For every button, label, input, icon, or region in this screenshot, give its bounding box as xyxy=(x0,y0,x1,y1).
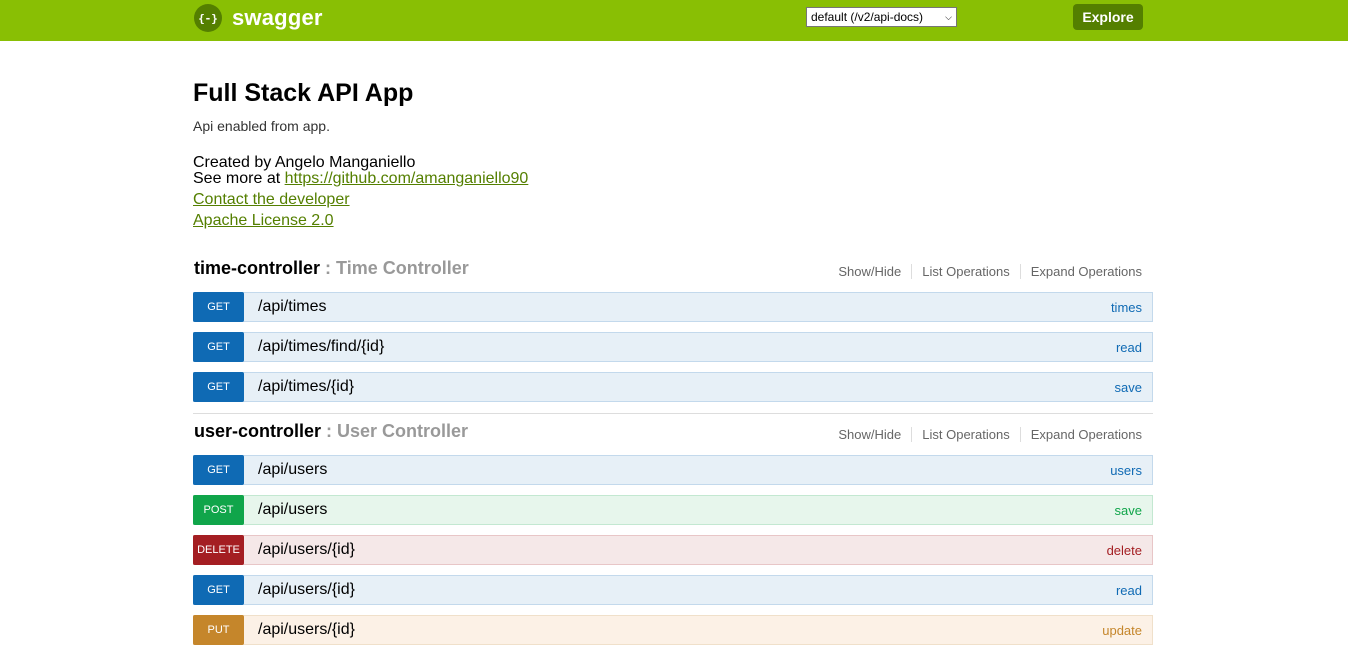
operation-path[interactable]: /api/times/find/{id} xyxy=(258,338,384,356)
api-info: Full Stack API App Api enabled from app.… xyxy=(193,76,1153,229)
operation-nickname[interactable]: read xyxy=(1116,340,1142,355)
operation-row[interactable]: GET /api/users/{id} read xyxy=(193,575,1153,605)
operation-row[interactable]: DELETE /api/users/{id} delete xyxy=(193,535,1153,565)
swagger-logo-icon: {-} xyxy=(194,4,222,32)
see-more: See more at https://github.com/amanganie… xyxy=(193,171,1153,187)
operation-row[interactable]: POST /api/users save xyxy=(193,495,1153,525)
http-method-badge[interactable]: GET xyxy=(193,575,244,605)
http-method-badge[interactable]: GET xyxy=(193,292,244,322)
operation-nickname[interactable]: times xyxy=(1111,300,1142,315)
logo-text: swagger xyxy=(232,5,323,30)
top-bar: {-} swagger default (/v2/api-docs) ⌵ Exp… xyxy=(0,0,1348,41)
explore-button[interactable]: Explore xyxy=(1073,4,1143,30)
expand-operations-link[interactable]: Expand Operations xyxy=(1021,427,1142,442)
resource-actions: Show/Hide List Operations Expand Operati… xyxy=(838,427,1142,442)
created-by: Created by Angelo Manganiello xyxy=(193,154,416,171)
list-operations-link[interactable]: List Operations xyxy=(912,264,1021,279)
http-method-badge[interactable]: PUT xyxy=(193,615,244,645)
operation-path[interactable]: /api/users/{id} xyxy=(258,621,355,639)
contact-info: Created by Angelo Manganiello See more a… xyxy=(193,155,1153,187)
expand-operations-link[interactable]: Expand Operations xyxy=(1021,264,1142,279)
resource-divider xyxy=(193,413,1153,414)
operation-nickname[interactable]: delete xyxy=(1107,543,1142,558)
resource-user-controller: user-controller : User Controller Show/H… xyxy=(193,421,1153,655)
resource-name[interactable]: user-controller xyxy=(194,421,321,441)
show-hide-link[interactable]: Show/Hide xyxy=(838,427,913,442)
http-method-badge[interactable]: DELETE xyxy=(193,535,244,565)
api-description: Api enabled from app. xyxy=(193,118,330,134)
operation-row[interactable]: GET /api/times/find/{id} read xyxy=(193,332,1153,362)
operation-path[interactable]: /api/times/{id} xyxy=(258,378,354,396)
http-method-badge[interactable]: GET xyxy=(193,332,244,362)
operation-nickname[interactable]: update xyxy=(1102,623,1142,638)
operation-path[interactable]: /api/times xyxy=(258,298,326,316)
operation-nickname[interactable]: save xyxy=(1115,380,1142,395)
operation-nickname[interactable]: save xyxy=(1115,503,1142,518)
api-spec-select[interactable]: default (/v2/api-docs) ⌵ xyxy=(806,7,957,27)
show-hide-link[interactable]: Show/Hide xyxy=(838,264,913,279)
resource-heading: user-controller : User Controller Show/H… xyxy=(193,421,1153,451)
resource-time-controller: time-controller : Time Controller Show/H… xyxy=(193,258,1153,412)
resource-description: : Time Controller xyxy=(320,258,469,278)
resource-heading: time-controller : Time Controller Show/H… xyxy=(193,258,1153,288)
operation-path[interactable]: /api/users xyxy=(258,461,327,479)
api-spec-select-value: default (/v2/api-docs) xyxy=(811,10,924,24)
swagger-logo[interactable]: {-} swagger xyxy=(194,3,323,33)
chevron-down-icon: ⌵ xyxy=(945,11,952,22)
list-operations-link[interactable]: List Operations xyxy=(912,427,1021,442)
resource-title[interactable]: user-controller : User Controller xyxy=(194,421,468,442)
contact-developer-link[interactable]: Contact the developer xyxy=(193,192,1153,208)
operation-nickname[interactable]: users xyxy=(1110,463,1142,478)
operation-path[interactable]: /api/users xyxy=(258,501,327,519)
operation-row[interactable]: GET /api/times/{id} save xyxy=(193,372,1153,402)
operation-nickname[interactable]: read xyxy=(1116,583,1142,598)
http-method-badge[interactable]: POST xyxy=(193,495,244,525)
see-more-label: See more at xyxy=(193,170,285,187)
github-link[interactable]: https://github.com/amanganiello90 xyxy=(285,170,529,187)
operation-row[interactable]: GET /api/users users xyxy=(193,455,1153,485)
http-method-badge[interactable]: GET xyxy=(193,372,244,402)
resource-description: : User Controller xyxy=(321,421,469,441)
operation-path[interactable]: /api/users/{id} xyxy=(258,581,355,599)
operation-row[interactable]: GET /api/times times xyxy=(193,292,1153,322)
operation-row[interactable]: PUT /api/users/{id} update xyxy=(193,615,1153,645)
http-method-badge[interactable]: GET xyxy=(193,455,244,485)
resource-name[interactable]: time-controller xyxy=(194,258,320,278)
resource-actions: Show/Hide List Operations Expand Operati… xyxy=(838,264,1142,279)
operation-path[interactable]: /api/users/{id} xyxy=(258,541,355,559)
license-link[interactable]: Apache License 2.0 xyxy=(193,213,1153,229)
page-title: Full Stack API App xyxy=(193,79,414,107)
resource-title[interactable]: time-controller : Time Controller xyxy=(194,258,469,279)
